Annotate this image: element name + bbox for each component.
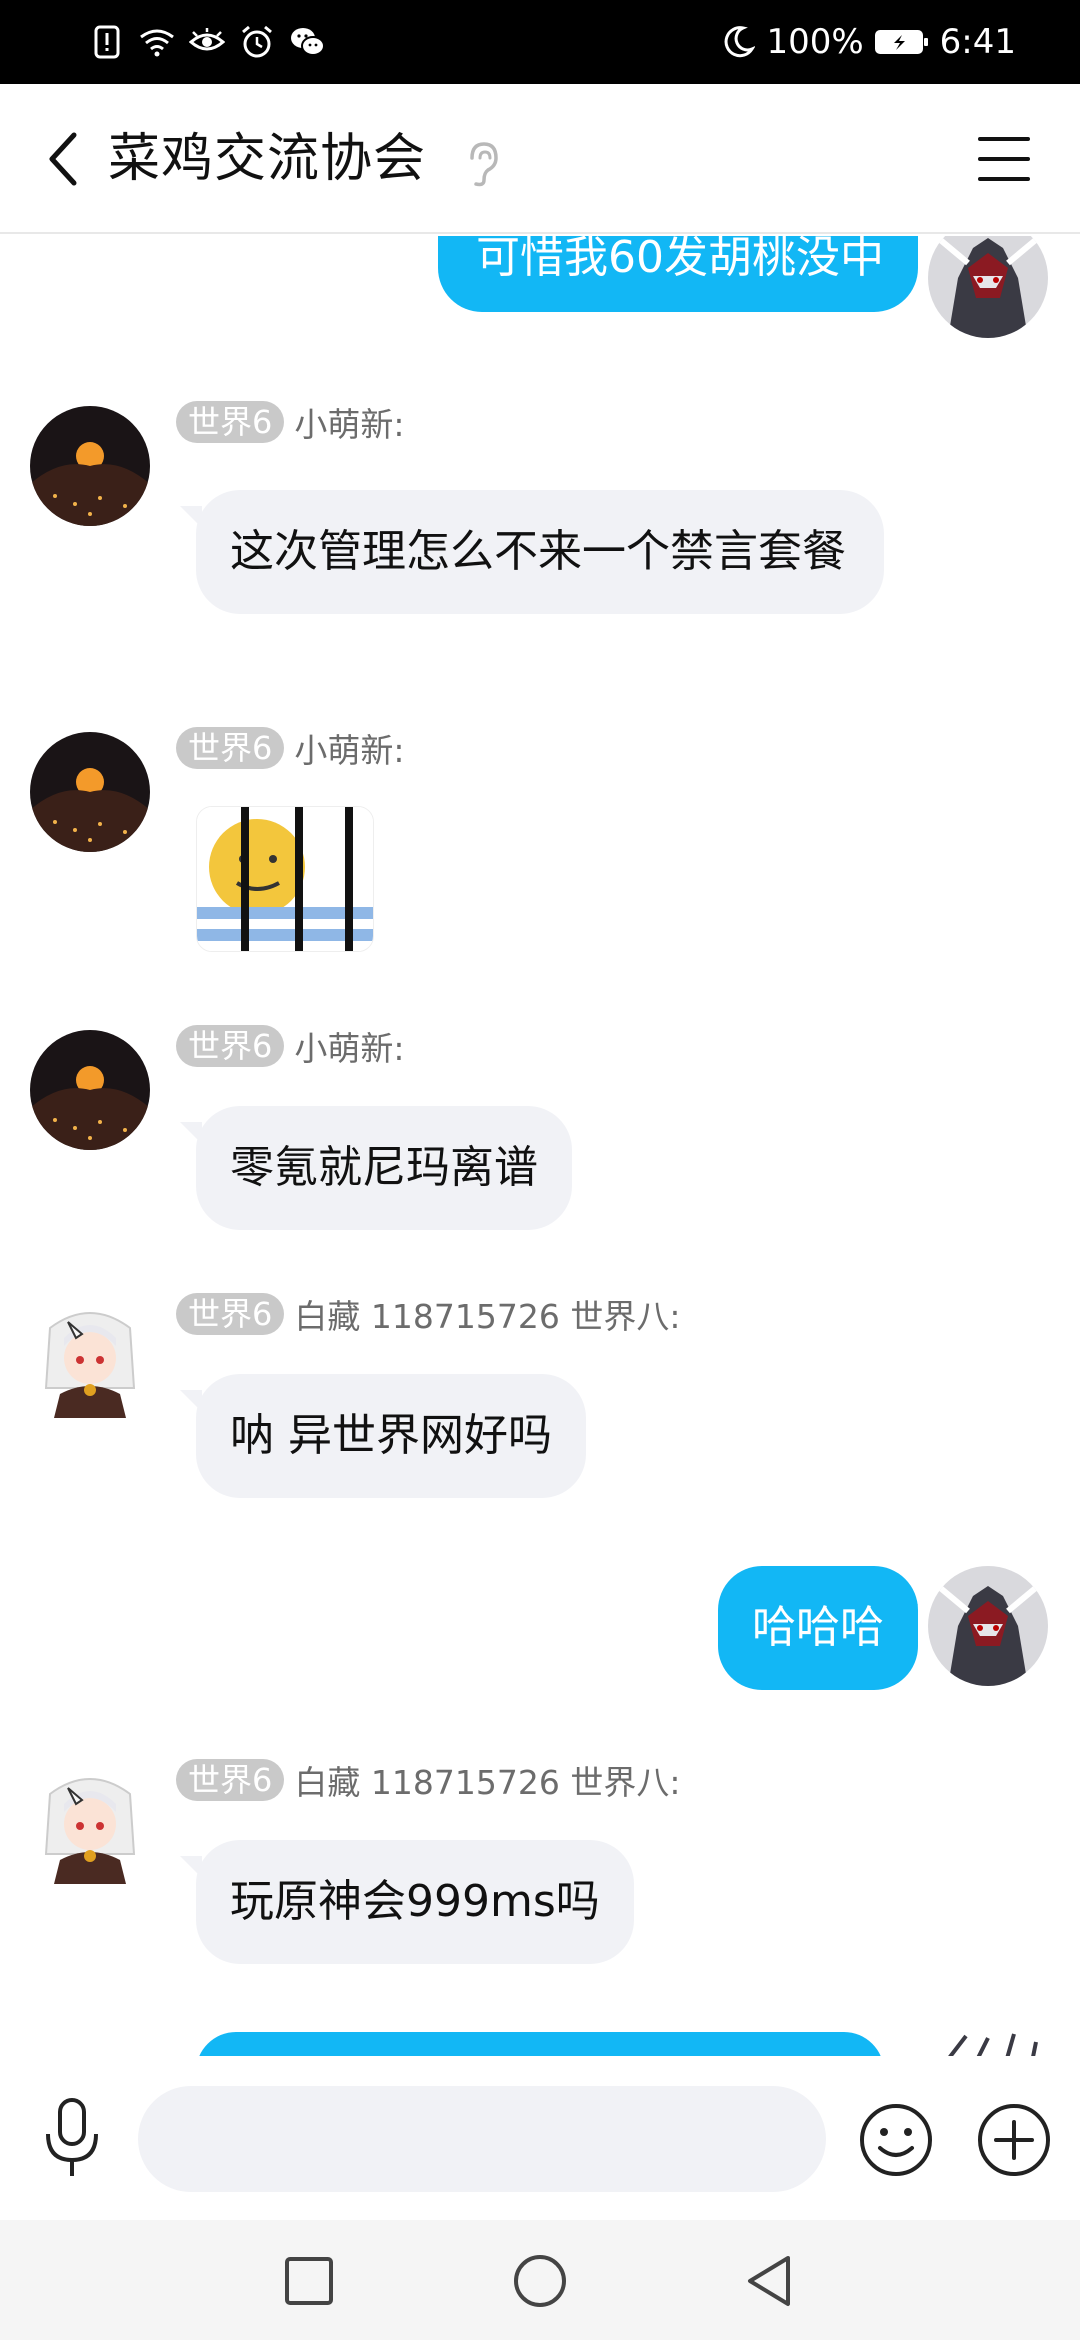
title-bar: 菜鸡交流协会	[0, 84, 1080, 234]
message-bubble[interactable]: 呐 异世界网好吗	[196, 1374, 586, 1498]
avatar[interactable]	[30, 1298, 150, 1418]
plus-icon	[978, 2104, 1050, 2176]
clock-time: 6:41	[939, 22, 1016, 62]
status-bar-right: 100% 6:41	[720, 20, 1016, 64]
level-badge: 世界6	[176, 1759, 285, 1801]
avatar-sunset-image	[30, 406, 150, 526]
avatar-anime-girl-image	[30, 1764, 150, 1884]
message-input[interactable]	[138, 2086, 826, 2192]
input-bar	[0, 2056, 1080, 2220]
sender-meta: 世界6 白藏 118715726 世界八:	[176, 1758, 680, 1802]
message-item-incoming: 世界6 白藏 118715726 世界八: 呐 异世界网好吗	[0, 1293, 1080, 1498]
message-bubble[interactable]: 零氪就尼玛离谱	[196, 1106, 572, 1230]
avatar-armor-image	[948, 2033, 1038, 2056]
recent-apps-button[interactable]	[274, 2246, 344, 2316]
chat-screen: 100% 6:41 菜鸡交流协会 可惜我60发胡桃没中 世界6 小萌新: 这次管…	[0, 0, 1080, 2340]
message-item-incoming: 世界6 白藏 118715726 世界八: 玩原神会999ms吗	[0, 1759, 1080, 1964]
message-item-outgoing: 可惜我60发胡桃没中	[0, 236, 1080, 346]
square-icon	[285, 2257, 333, 2305]
level-badge: 世界6	[176, 1025, 285, 1067]
jail-sticker-icon	[197, 807, 373, 951]
sender-meta: 世界6 小萌新:	[176, 400, 405, 444]
back-button[interactable]	[38, 126, 88, 192]
hamburger-menu-icon	[978, 137, 1030, 181]
alert-icon	[88, 22, 126, 62]
page-title: 菜鸡交流协会	[108, 129, 427, 189]
avatar-sunset-image	[30, 1030, 150, 1150]
voice-button[interactable]	[40, 2096, 104, 2182]
chevron-left-icon	[49, 132, 77, 186]
avatar[interactable]	[30, 1764, 150, 1884]
message-bubble[interactable]: 玩原神会999ms吗	[196, 1840, 634, 1964]
message-bubble[interactable]: 可惜我60发胡桃没中	[438, 236, 918, 312]
sender-name: 小萌新:	[294, 405, 405, 444]
emoji-button[interactable]	[856, 2100, 936, 2180]
eye-icon	[188, 22, 226, 62]
level-badge: 世界6	[176, 727, 285, 769]
sender-meta: 世界6 小萌新:	[176, 1024, 405, 1068]
avatar-armor-image	[928, 236, 1048, 338]
message-item-incoming: 世界6 小萌新: 零氪就尼玛离谱	[0, 1025, 1080, 1230]
moon-icon	[720, 22, 758, 62]
menu-button[interactable]	[972, 128, 1036, 190]
alarm-icon	[238, 22, 276, 62]
wechat-icon	[288, 22, 326, 62]
message-item-incoming: 世界6 小萌新: 这次管理怎么不来一个禁言套餐	[0, 401, 1080, 696]
message-bubble[interactable]: 哈哈哈	[718, 1566, 918, 1690]
wifi-icon	[138, 22, 176, 62]
home-button[interactable]	[505, 2246, 575, 2316]
avatar-armor-image	[928, 1566, 1048, 1686]
avatar[interactable]	[30, 1030, 150, 1150]
sender-meta: 世界6 小萌新:	[176, 726, 405, 770]
avatar[interactable]	[928, 236, 1048, 338]
microphone-icon	[46, 2098, 98, 2176]
avatar[interactable]	[928, 1566, 1048, 1686]
status-bar: 100% 6:41	[0, 0, 1080, 84]
message-bubble[interactable]: 这次管理怎么不来一个禁言套餐	[196, 490, 884, 614]
message-item-incoming: 世界6 小萌新:	[0, 727, 1080, 962]
message-item-outgoing-partial	[0, 2032, 1080, 2056]
triangle-back-icon	[748, 2256, 790, 2306]
level-badge: 世界6	[176, 1293, 285, 1335]
ear-icon[interactable]	[462, 140, 502, 188]
message-list[interactable]: 可惜我60发胡桃没中 世界6 小萌新: 这次管理怎么不来一个禁言套餐 世界6 小…	[0, 236, 1080, 2056]
level-badge: 世界6	[176, 401, 285, 443]
avatar[interactable]	[30, 732, 150, 852]
back-nav-button[interactable]	[734, 2246, 804, 2316]
avatar-anime-girl-image	[30, 1298, 150, 1418]
avatar[interactable]	[30, 406, 150, 526]
battery-icon	[872, 22, 932, 62]
more-button[interactable]	[974, 2100, 1054, 2180]
battery-percent: 100%	[766, 22, 864, 62]
smiley-icon	[860, 2104, 932, 2176]
circle-icon	[514, 2255, 566, 2307]
message-item-outgoing: 哈哈哈	[0, 1566, 1080, 1716]
sender-name: 白藏 118715726 世界八:	[294, 1763, 681, 1802]
sender-name: 白藏 118715726 世界八:	[294, 1297, 681, 1336]
status-bar-left	[88, 20, 326, 64]
sender-meta: 世界6 白藏 118715726 世界八:	[176, 1292, 680, 1336]
sender-name: 小萌新:	[294, 731, 405, 770]
sticker-image[interactable]	[196, 806, 374, 952]
system-nav-bar	[0, 2220, 1080, 2340]
avatar-partial	[936, 2032, 1046, 2056]
message-bubble-partial[interactable]	[196, 2032, 884, 2056]
avatar-sunset-image	[30, 732, 150, 852]
sender-name: 小萌新:	[294, 1029, 405, 1068]
